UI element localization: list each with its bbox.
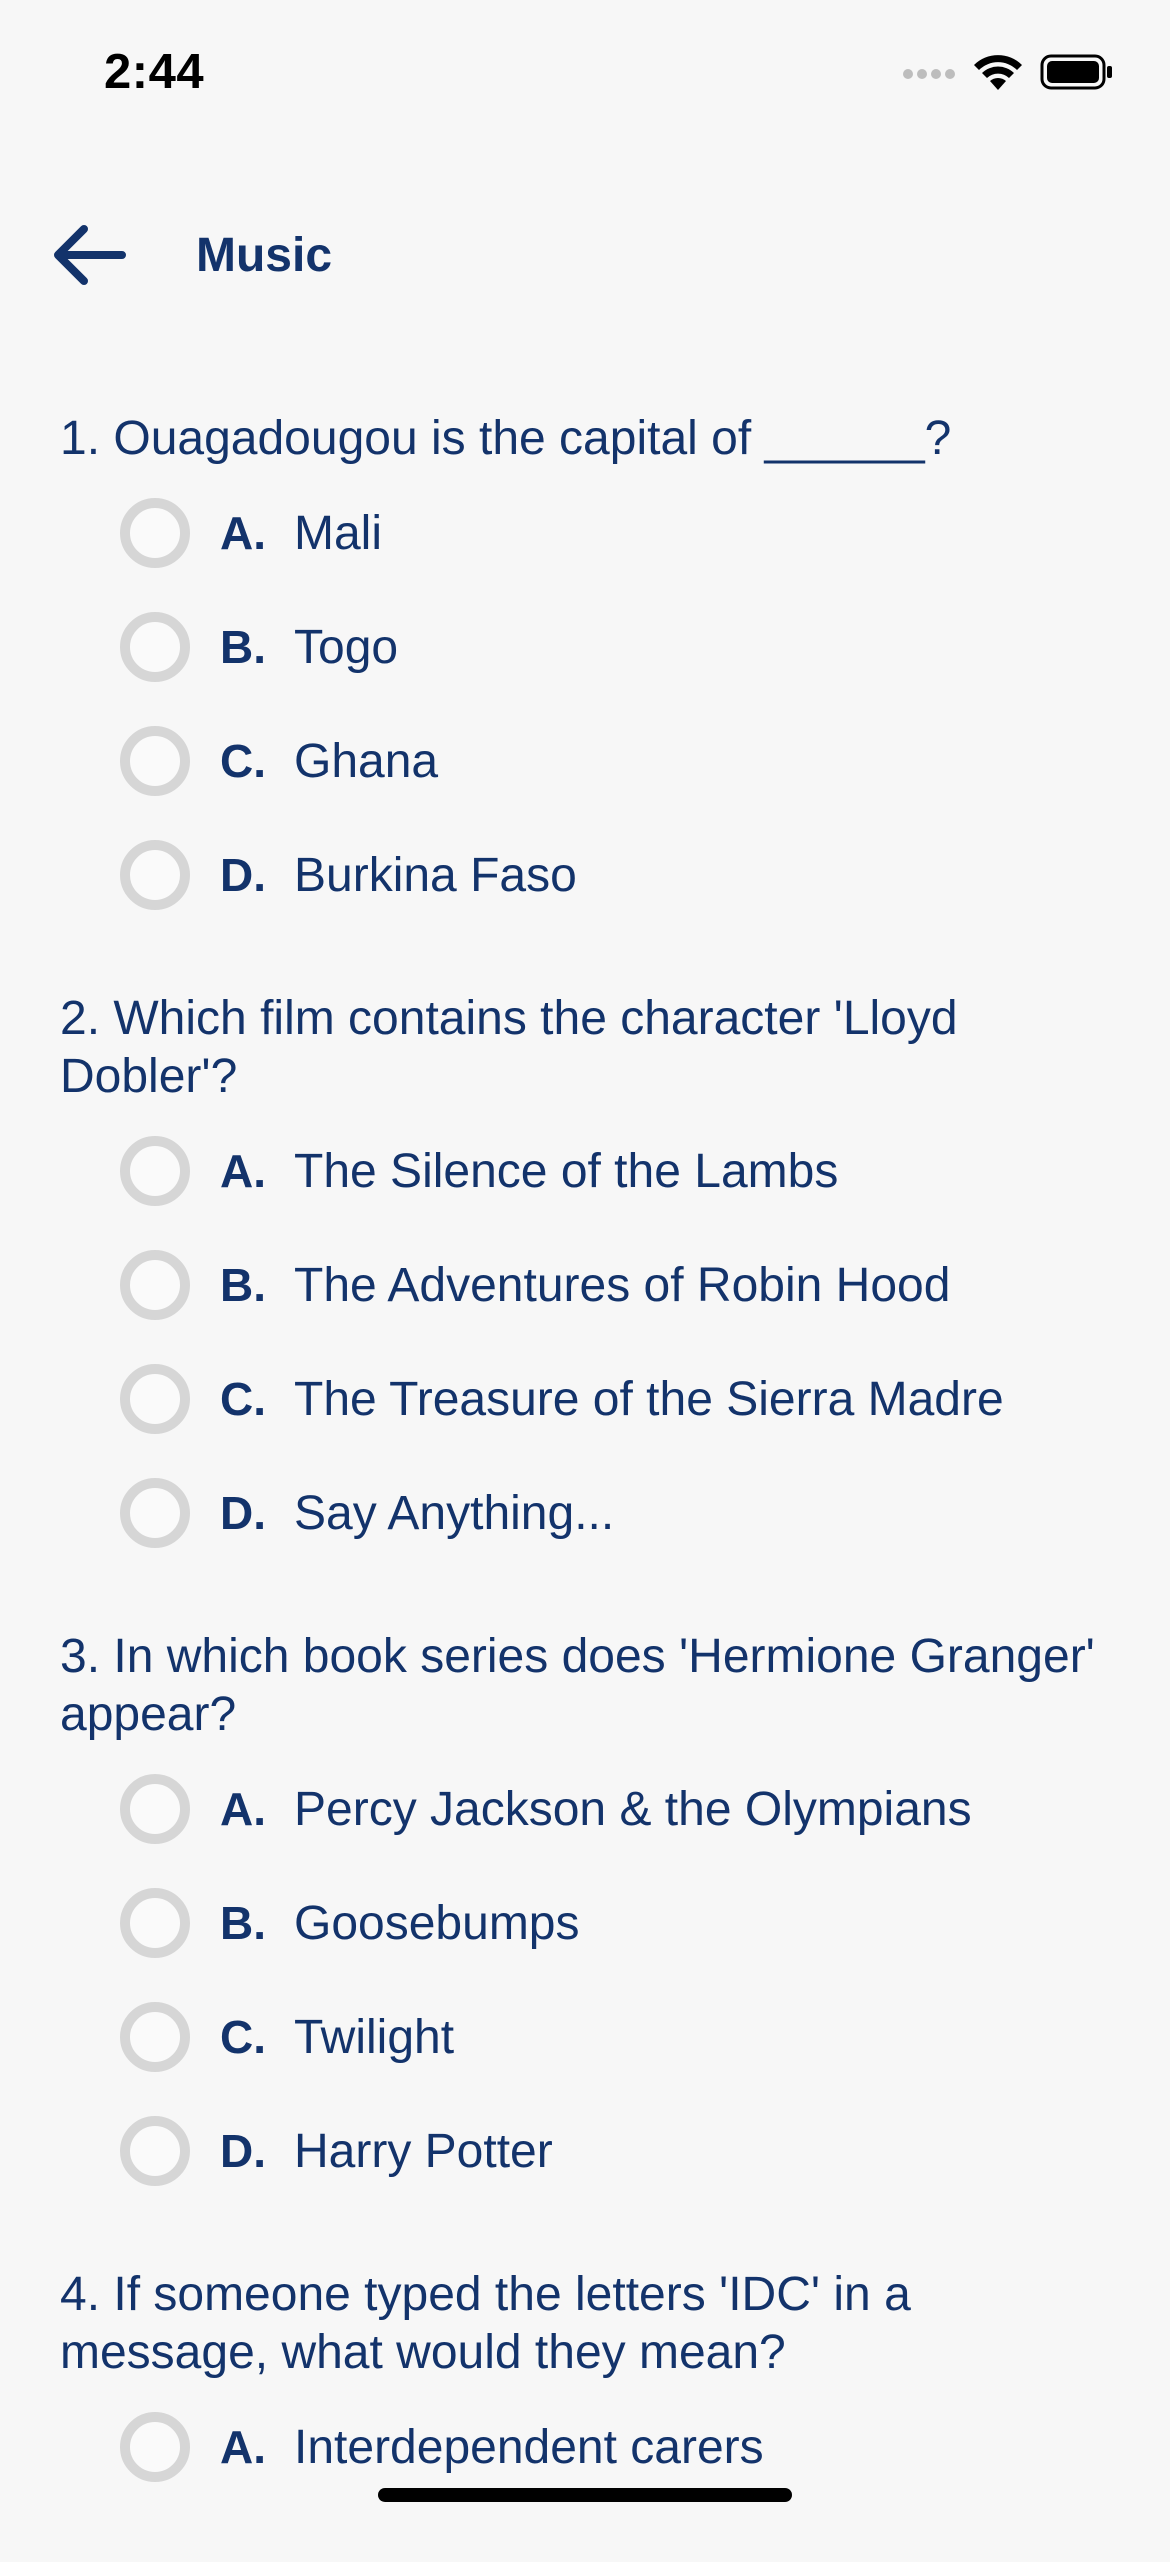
option-text: Percy Jackson & the Olympians	[294, 1782, 972, 1836]
option-letter: B.	[220, 621, 266, 673]
answer-option[interactable]: A. Interdependent carers	[0, 2390, 1170, 2504]
answer-option[interactable]: A. Percy Jackson & the Olympians	[0, 1752, 1170, 1866]
option-letter: A.	[220, 507, 266, 559]
radio-button[interactable]	[120, 2412, 190, 2482]
radio-button[interactable]	[120, 1136, 190, 1206]
option-text: The Treasure of the Sierra Madre	[294, 1372, 1004, 1426]
option-text: Burkina Faso	[294, 848, 577, 902]
option-text: The Silence of the Lambs	[294, 1144, 839, 1198]
home-indicator	[378, 2488, 792, 2502]
status-time: 2:44	[104, 45, 205, 99]
question: 1. Ouagadougou is the capital of ______?…	[0, 410, 1170, 932]
radio-button[interactable]	[120, 1888, 190, 1958]
option-letter: D.	[220, 849, 266, 901]
option-letter: A.	[220, 2421, 266, 2473]
option-letter: B.	[220, 1259, 266, 1311]
option-text: Mali	[294, 506, 383, 560]
answer-option[interactable]: B. Goosebumps	[0, 1866, 1170, 1980]
answer-option[interactable]: C. The Treasure of the Sierra Madre	[0, 1342, 1170, 1456]
question-text: 1. Ouagadougou is the capital of ______?	[60, 412, 952, 465]
option-letter: C.	[220, 2011, 266, 2063]
answer-option[interactable]: B. Togo	[0, 590, 1170, 704]
option-text: Interdependent carers	[294, 2420, 764, 2474]
arrow-left-icon	[54, 225, 126, 285]
option-text: Goosebumps	[294, 1896, 580, 1950]
cellular-icon	[903, 69, 955, 79]
answer-option[interactable]: C. Ghana	[0, 704, 1170, 818]
option-letter: B.	[220, 1897, 266, 1949]
option-text: Togo	[294, 620, 399, 674]
answer-option[interactable]: A. Mali	[0, 476, 1170, 590]
battery-icon	[1040, 54, 1112, 90]
question-list: 1. Ouagadougou is the capital of ______?…	[0, 410, 1170, 2562]
option-text: Ghana	[294, 734, 439, 788]
radio-button[interactable]	[120, 726, 190, 796]
radio-button[interactable]	[120, 1250, 190, 1320]
answer-option[interactable]: D. Burkina Faso	[0, 818, 1170, 932]
answer-option[interactable]: D. Say Anything...	[0, 1456, 1170, 1570]
radio-button[interactable]	[120, 1478, 190, 1548]
radio-button[interactable]	[120, 2116, 190, 2186]
header: Music	[0, 200, 1170, 310]
option-text: Harry Potter	[294, 2124, 553, 2178]
question-text: 4. If someone typed the letters 'IDC' in…	[60, 2268, 911, 2379]
radio-button[interactable]	[120, 2002, 190, 2072]
option-text: Say Anything...	[294, 1486, 615, 1540]
option-letter: D.	[220, 2125, 266, 2177]
option-letter: D.	[220, 1487, 266, 1539]
status-bar: 2:44	[0, 0, 1170, 150]
option-letter: C.	[220, 1373, 266, 1425]
radio-button[interactable]	[120, 498, 190, 568]
option-text: The Adventures of Robin Hood	[294, 1258, 951, 1312]
option-letter: A.	[220, 1145, 266, 1197]
question: 3. In which book series does 'Hermione G…	[0, 1628, 1170, 2208]
radio-button[interactable]	[120, 1774, 190, 1844]
answer-option[interactable]: D. Harry Potter	[0, 2094, 1170, 2208]
back-button[interactable]	[50, 220, 130, 290]
answer-option[interactable]: B. The Adventures of Robin Hood	[0, 1228, 1170, 1342]
page-title: Music	[196, 229, 333, 282]
answer-option[interactable]: A. The Silence of the Lambs	[0, 1114, 1170, 1228]
radio-button[interactable]	[120, 1364, 190, 1434]
option-text: Twilight	[294, 2010, 455, 2064]
question: 4. If someone typed the letters 'IDC' in…	[0, 2266, 1170, 2504]
question-text: 3. In which book series does 'Hermione G…	[60, 1630, 1095, 1741]
option-letter: C.	[220, 735, 266, 787]
wifi-icon	[974, 55, 1022, 90]
status-icons	[902, 52, 1114, 92]
answer-option[interactable]: C. Twilight	[0, 1980, 1170, 2094]
radio-button[interactable]	[120, 612, 190, 682]
option-letter: A.	[220, 1783, 266, 1835]
radio-button[interactable]	[120, 840, 190, 910]
question-text: 2. Which film contains the character 'Ll…	[60, 992, 958, 1103]
question: 2. Which film contains the character 'Ll…	[0, 990, 1170, 1570]
